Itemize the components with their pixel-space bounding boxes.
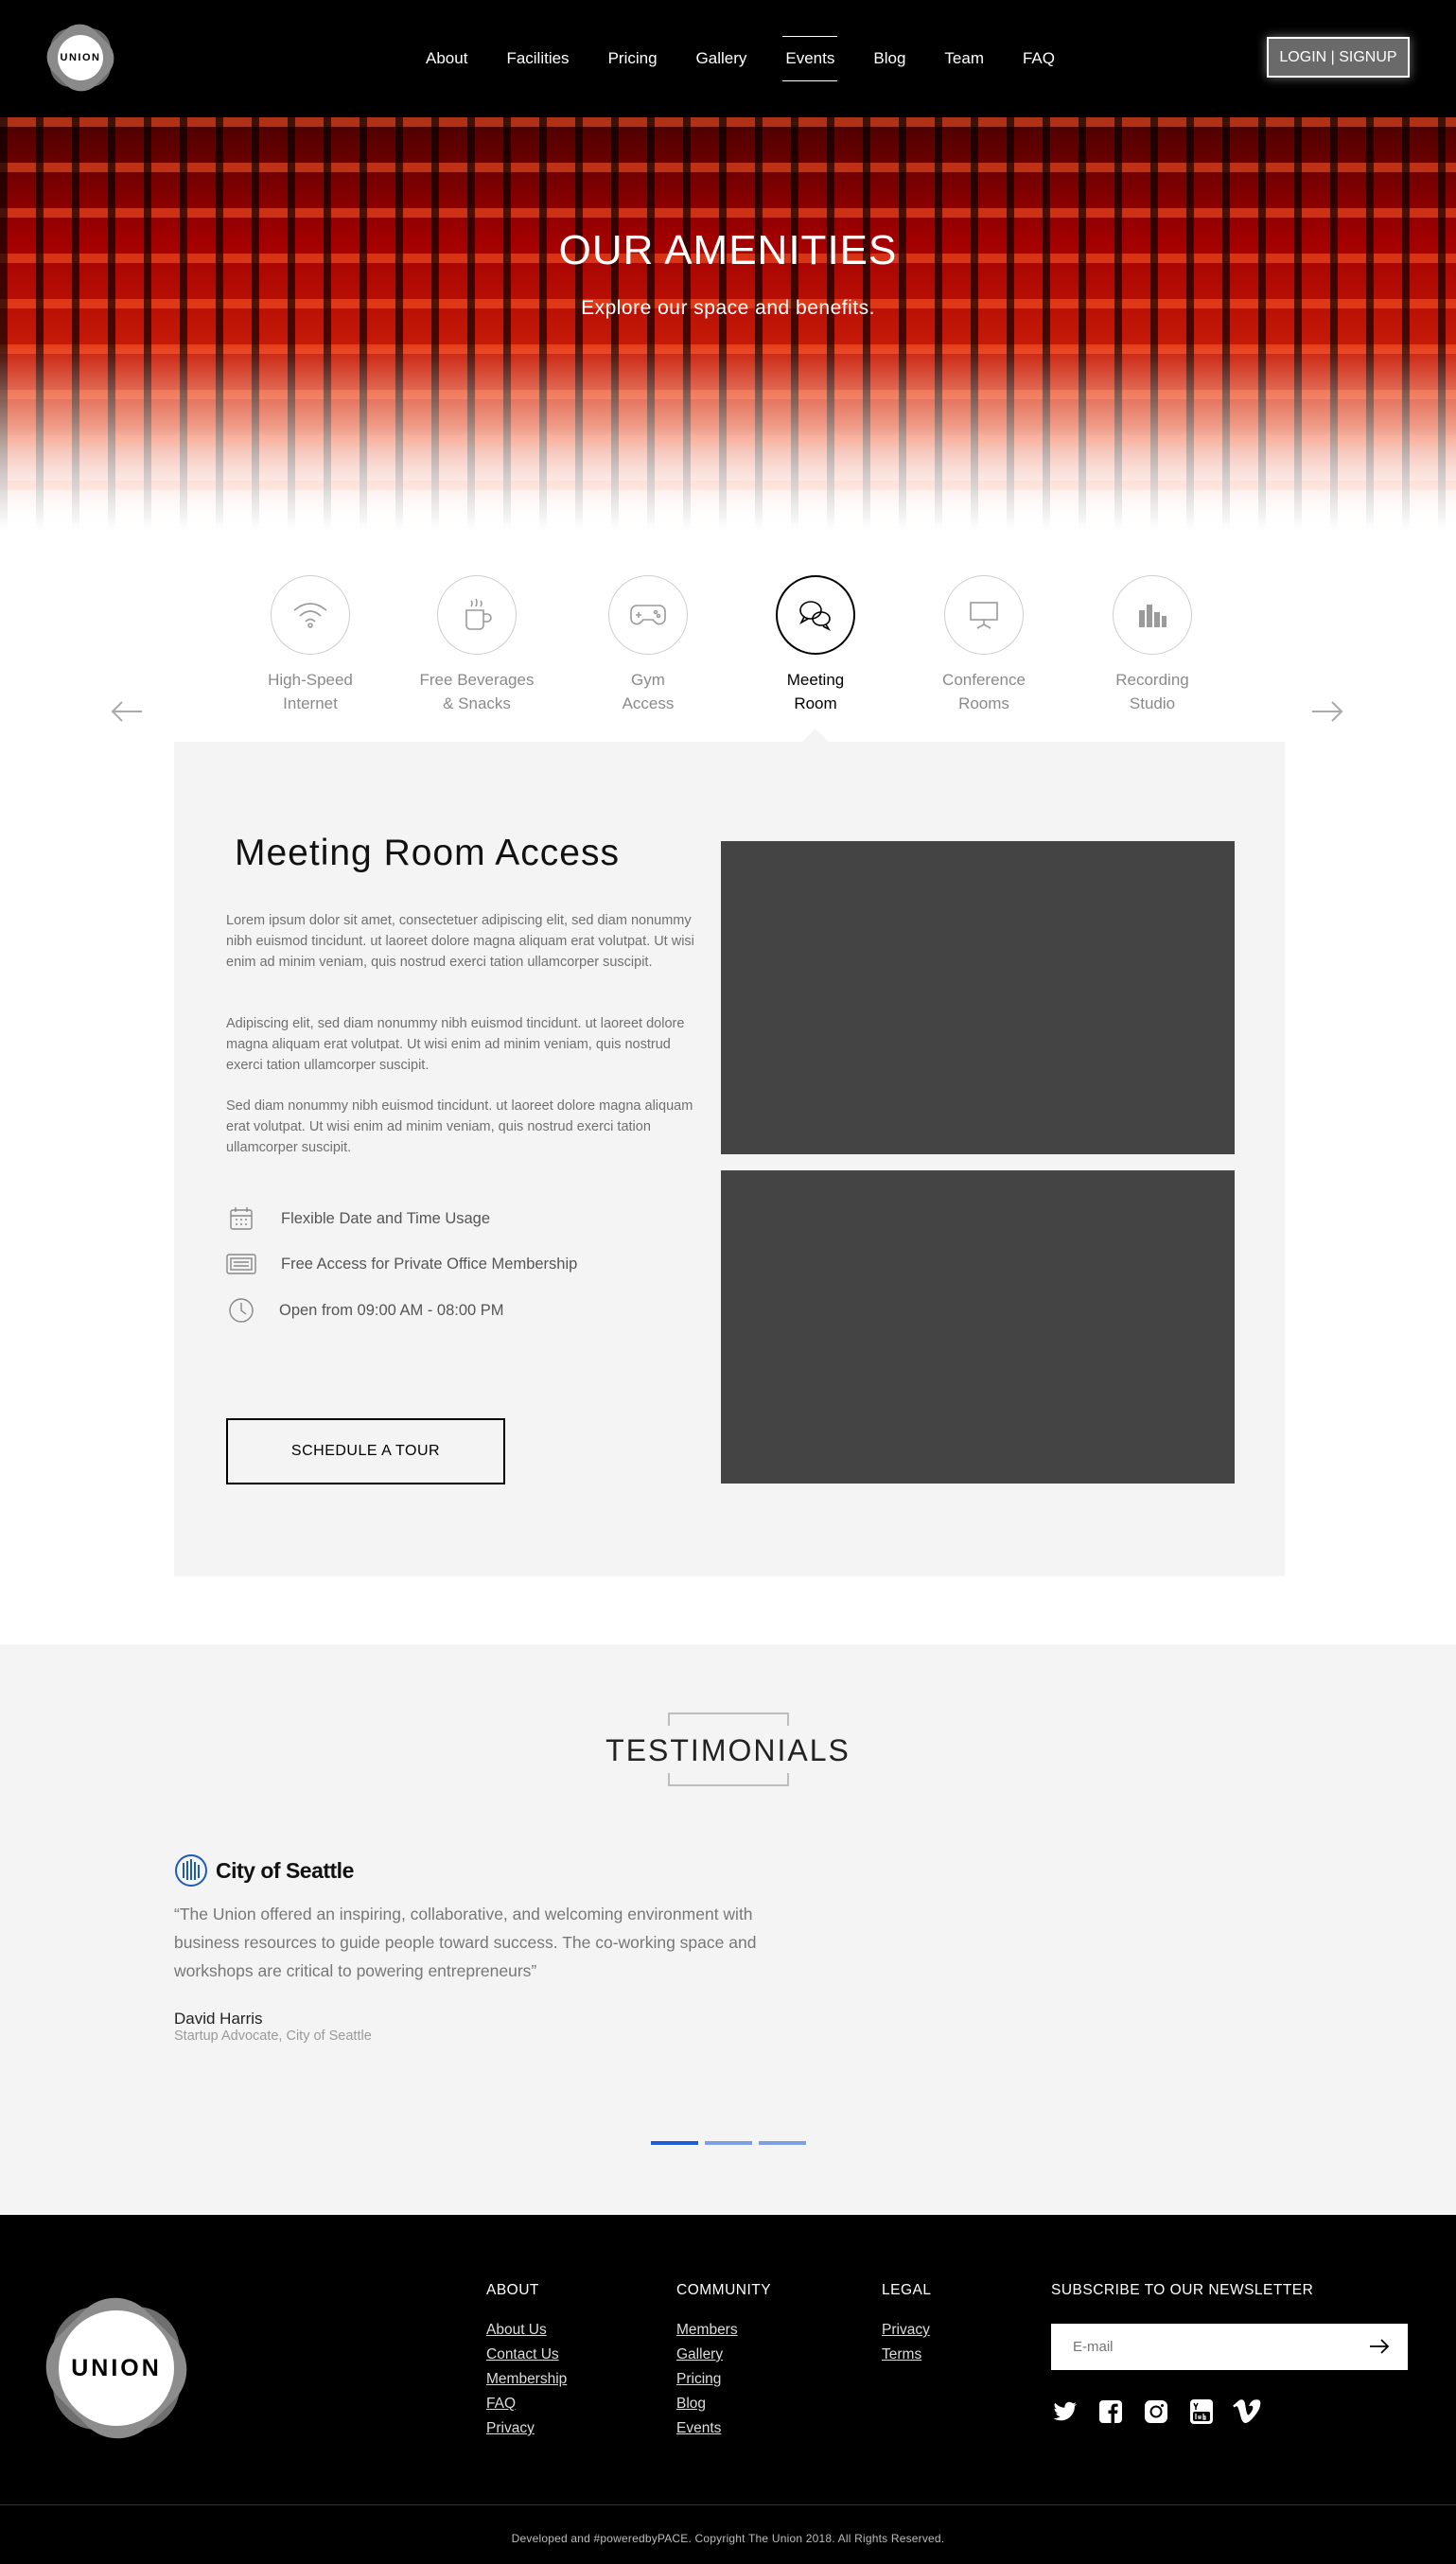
union-logo-large[interactable]: UNION [27, 2279, 205, 2457]
amenity-detail-panel: Meeting Room Access Lorem ipsum dolor si… [174, 742, 1285, 1576]
vimeo-icon[interactable] [1233, 2397, 1261, 2426]
instagram-icon[interactable] [1142, 2397, 1170, 2426]
twitter-icon[interactable] [1051, 2397, 1079, 2426]
footer-link[interactable]: Events [676, 2416, 771, 2441]
slider-dot[interactable] [651, 2141, 698, 2145]
slider-dot[interactable] [705, 2141, 752, 2145]
slider-dot[interactable] [759, 2141, 806, 2145]
footer-link[interactable]: Members [676, 2318, 771, 2343]
prev-arrow-icon[interactable] [110, 700, 144, 723]
feature-text: Flexible Date and Time Usage [281, 1209, 491, 1227]
title-bracket [668, 1712, 789, 1726]
site-footer: UNION ABOUT About Us Contact Us Membersh… [0, 2215, 1456, 2564]
schedule-tour-button[interactable]: SCHEDULE A TOUR [226, 1418, 505, 1484]
footer-column-legal: LEGAL Privacy Terms [882, 2282, 931, 2367]
nav-about[interactable]: About [426, 36, 467, 81]
union-logo[interactable]: UNION [38, 15, 123, 100]
feature-text: Free Access for Private Office Membershi… [281, 1255, 578, 1273]
footer-link[interactable]: Contact Us [486, 2343, 567, 2367]
page: UNION About Facilities Pricing Gallery E… [0, 0, 1456, 2564]
chat-bubbles-icon [776, 575, 855, 655]
email-field[interactable] [1051, 2324, 1408, 2370]
footer-link[interactable]: About Us [486, 2318, 567, 2343]
footer-divider [0, 2504, 1456, 2505]
footer-link[interactable]: Blog [676, 2392, 771, 2416]
footer-link[interactable]: FAQ [486, 2392, 567, 2416]
social-links [1051, 2397, 1278, 2426]
hero-title: OUR AMENITIES [558, 227, 898, 273]
testimonial-org: City of Seattle [174, 1853, 354, 1888]
wifi-icon [271, 575, 350, 655]
testimonial-author: David Harris [174, 2010, 263, 2028]
footer-link[interactable]: Privacy [486, 2416, 567, 2441]
tab-free-beverages[interactable]: Free Beverages & Snacks [406, 568, 548, 715]
nav-blog[interactable]: Blog [873, 36, 905, 81]
clock-icon [226, 1297, 256, 1324]
nav-pricing[interactable]: Pricing [608, 36, 658, 81]
keyboard-icon [226, 1251, 256, 1277]
nav-team[interactable]: Team [944, 36, 984, 81]
feature-item: Flexible Date and Time Usage [226, 1205, 490, 1232]
footer-link[interactable]: Pricing [676, 2367, 771, 2392]
tab-recording-studio[interactable]: Recording Studio [1081, 568, 1223, 715]
logo-text: UNION [58, 35, 103, 80]
footer-column-community: COMMUNITY Members Gallery Pricing Blog E… [676, 2282, 771, 2441]
org-name: City of Seattle [216, 1857, 354, 1883]
footer-heading: ABOUT [486, 2282, 539, 2298]
next-arrow-icon[interactable] [1310, 700, 1344, 723]
hero-banner: OUR AMENITIES Explore our space and bene… [0, 117, 1456, 530]
detail-paragraph: Adipiscing elit, sed diam nonummy nibh e… [226, 1016, 685, 1073]
newsletter-heading: SUBSCRIBE TO OUR NEWSLETTER [1051, 2282, 1314, 2298]
nav-facilities[interactable]: Facilities [506, 36, 569, 81]
city-seal-icon [174, 1853, 208, 1888]
facebook-icon[interactable] [1096, 2397, 1125, 2426]
testimonial-role: Startup Advocate, City of Seattle [174, 2028, 372, 2044]
feature-item: Open from 09:00 AM - 08:00 PM [226, 1297, 504, 1324]
amenity-tabs: High-Speed Internet Free Beverages & Snack… [0, 568, 1456, 747]
nav-gallery[interactable]: Gallery [696, 36, 747, 81]
nav-faq[interactable]: FAQ [1023, 36, 1055, 81]
newsletter: SUBSCRIBE TO OUR NEWSLETTER [1051, 2282, 1408, 2424]
footer-link[interactable]: Terms [882, 2343, 931, 2367]
submit-arrow-icon[interactable] [1368, 2335, 1391, 2358]
testimonials-section: TESTIMONIALS City of Seattle “The Union … [0, 1644, 1456, 2215]
youtube-icon[interactable] [1187, 2397, 1216, 2426]
calendar-icon [226, 1205, 256, 1232]
feature-item: Free Access for Private Office Membershi… [226, 1251, 577, 1277]
tab-high-speed-internet[interactable]: High-Speed Internet [239, 568, 381, 715]
nav-events[interactable]: Events [782, 36, 838, 81]
logo-text: UNION [59, 2310, 174, 2426]
footer-heading: LEGAL [882, 2282, 932, 2298]
gallery-image [721, 1170, 1235, 1484]
equalizer-icon [1113, 575, 1192, 655]
detail-title: Meeting Room Access [235, 833, 621, 873]
coffee-cup-icon [437, 575, 517, 655]
testimonial-quote: “The Union offered an inspiring, collabo… [174, 1905, 757, 1980]
feature-text: Open from 09:00 AM - 08:00 PM [279, 1301, 504, 1319]
footer-heading: COMMUNITY [676, 2282, 772, 2298]
detail-paragraph: Sed diam nonummy nibh euismod tincidunt.… [226, 1098, 693, 1155]
gamepad-icon [608, 575, 688, 655]
footer-link[interactable]: Gallery [676, 2343, 771, 2367]
footer-column-about: ABOUT About Us Contact Us Membership FAQ… [486, 2282, 567, 2441]
tab-meeting-room[interactable]: Meeting Room [745, 568, 886, 715]
tab-gym-access[interactable]: Gym Access [577, 568, 719, 715]
testimonials-title: TESTIMONIALS [605, 1733, 851, 1767]
main-nav: About Facilities Pricing Gallery Events … [426, 0, 1094, 117]
tab-conference-rooms[interactable]: Conference Rooms [913, 568, 1055, 715]
detail-paragraph: Lorem ipsum dolor sit amet, consectetuer… [226, 913, 694, 970]
hero-subtitle: Explore our space and benefits. [581, 297, 875, 319]
footer-link[interactable]: Privacy [882, 2318, 931, 2343]
slider-dots [651, 2141, 813, 2145]
site-header: UNION About Facilities Pricing Gallery E… [0, 0, 1456, 117]
presentation-board-icon [944, 575, 1024, 655]
footer-link[interactable]: Membership [486, 2367, 567, 2392]
login-signup-button[interactable]: LOGIN | SIGNUP [1267, 37, 1410, 78]
title-bracket [668, 1773, 789, 1786]
copyright-text: Developed and #poweredbyPACE. Copyright … [511, 2532, 945, 2545]
gallery-image [721, 841, 1235, 1154]
